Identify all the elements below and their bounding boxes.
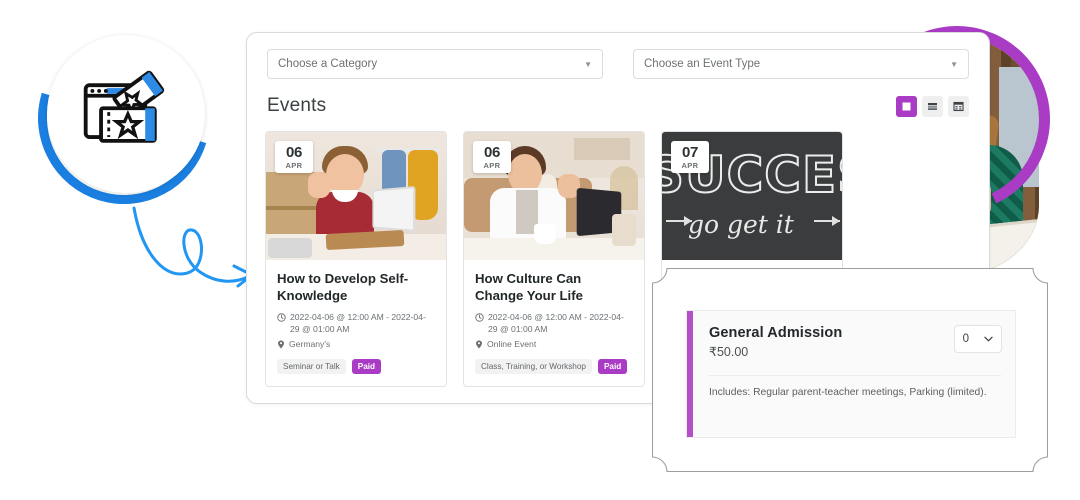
clock-icon (475, 313, 484, 322)
event-datetime-text: 2022-04-06 @ 12:00 AM - 2022-04-29 @ 01:… (488, 311, 624, 334)
filter-row: Choose a Category ▼ Choose an Event Type… (247, 33, 989, 79)
date-badge: 07 APR (671, 141, 709, 173)
grid-view-button[interactable] (896, 95, 917, 117)
event-datetime: 2022-04-06 @ 12:00 AM - 2022-04-29 @ 01:… (475, 312, 633, 336)
list-view-button[interactable] (922, 95, 943, 117)
chalk-arrow-left-icon (666, 216, 692, 226)
event-tags: Seminar or Talk Paid (277, 359, 435, 375)
chevron-down-icon: ▼ (950, 59, 958, 69)
page-title: Events (267, 95, 327, 116)
event-card-image: 06 APR (464, 132, 644, 260)
map-pin-icon (476, 339, 482, 349)
list-view-icon (928, 102, 937, 110)
grid-view-icon (902, 102, 911, 110)
quantity-select[interactable]: 0 (954, 325, 1002, 353)
paid-badge: Paid (597, 359, 628, 375)
event-datetime-text: 2022-04-06 @ 12:00 AM - 2022-04-29 @ 01:… (290, 311, 426, 334)
ticket-includes: Includes: Regular parent-teacher meeting… (709, 387, 987, 398)
event-location-text: Germany's (289, 338, 331, 349)
calendar-view-button[interactable] (948, 95, 969, 117)
chevron-down-icon (984, 336, 994, 342)
date-month: APR (681, 161, 699, 170)
event-type-select-value: Choose an Event Type (644, 58, 761, 70)
event-card-image: SUCCESS go get it 07 APR (662, 132, 842, 260)
ticket-card: General Admission ₹50.00 0 Includes: Reg… (686, 310, 1016, 438)
date-day: 06 (483, 144, 501, 161)
browser-ticket-star-icon (83, 70, 165, 143)
ticket-divider (709, 375, 1001, 376)
event-tags: Class, Training, or Workshop Paid (475, 359, 633, 375)
event-card-image: 06 APR (266, 132, 446, 260)
date-day: 06 (285, 144, 303, 161)
chalk-arrow-right-icon (814, 216, 840, 226)
date-badge: 06 APR (275, 141, 313, 173)
view-toggle (896, 95, 969, 117)
event-datetime: 2022-04-06 @ 12:00 AM - 2022-04-29 @ 01:… (277, 312, 435, 336)
event-type-select[interactable]: Choose an Event Type ▼ (633, 49, 969, 79)
chalk-subtext: go get it (688, 210, 794, 239)
event-type-tag[interactable]: Class, Training, or Workshop (475, 359, 592, 375)
clock-icon (277, 313, 286, 322)
chevron-down-icon: ▼ (584, 59, 592, 69)
ticket-content: General Admission ₹50.00 0 Includes: Reg… (693, 311, 1015, 437)
logo-disc (47, 35, 205, 193)
calendar-view-icon (953, 101, 964, 111)
event-location-text: Online Event (487, 338, 537, 349)
events-header: Events (247, 79, 989, 117)
event-card[interactable]: 06 APR How to Develop Self-Knowledge 202… (265, 131, 447, 388)
date-month: APR (285, 161, 303, 170)
event-card-body: How Culture Can Change Your Life 2022-04… (464, 260, 644, 386)
event-location: Germany's (277, 339, 435, 351)
date-month: APR (483, 161, 501, 170)
category-select-value: Choose a Category (278, 58, 378, 70)
event-title[interactable]: How Culture Can Change Your Life (475, 271, 633, 305)
event-title[interactable]: How to Develop Self-Knowledge (277, 271, 435, 305)
event-location: Online Event (475, 339, 633, 351)
event-ticket-logo (7, 1, 241, 235)
category-select[interactable]: Choose a Category ▼ (267, 49, 603, 79)
date-day: 07 (681, 144, 699, 161)
event-type-tag[interactable]: Seminar or Talk (277, 359, 346, 375)
quantity-value: 0 (962, 333, 970, 345)
paid-badge: Paid (351, 359, 382, 375)
event-card[interactable]: 06 APR How Culture Can Change Your Life … (463, 131, 645, 388)
date-badge: 06 APR (473, 141, 511, 173)
map-pin-icon (278, 339, 284, 349)
event-card-body: How to Develop Self-Knowledge 2022-04-06… (266, 260, 446, 386)
